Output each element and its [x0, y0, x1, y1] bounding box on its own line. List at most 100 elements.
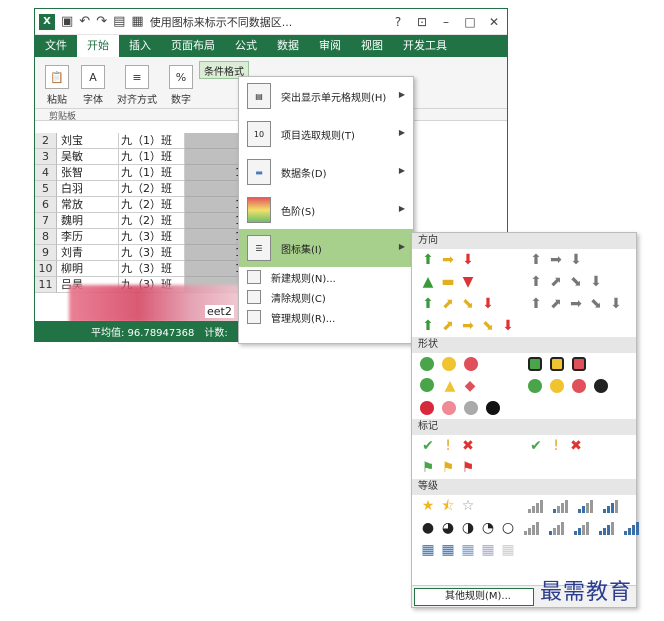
iconset-3-arrows-gray[interactable]: ⬆ ➡ ⬇ — [528, 252, 636, 268]
cell[interactable] — [185, 149, 245, 165]
cell[interactable]: 九（2）班 — [119, 197, 185, 213]
cell[interactable] — [185, 181, 245, 197]
cell[interactable]: 柳明 — [57, 261, 119, 277]
iconset-5-boxes[interactable]: ▦ ▦ ▦ ▦ ▦ — [420, 542, 532, 558]
row-header[interactable]: 2 — [35, 133, 57, 149]
cell[interactable]: 刘宝 — [57, 133, 119, 149]
iconset-3-symbols-circled[interactable]: ✔! ✖ — [420, 438, 528, 454]
iconset-3-signs[interactable]: ▲ ◆ — [420, 378, 528, 394]
iconset-4-traffic-lights[interactable] — [528, 379, 636, 393]
iconset-4-arrows-gray[interactable]: ⬆ ⬈ ⬊ ⬇ — [528, 274, 636, 290]
menu-item-data-bars[interactable]: ▬ 数据条(D) ▶ — [239, 153, 413, 191]
status-count: 计数: — [204, 327, 228, 339]
iconset-3-flags[interactable]: ⚑ ⚑ ⚑ — [420, 460, 532, 476]
more-rules-button[interactable]: 其他规则(M)... — [414, 588, 534, 606]
undo-icon[interactable]: ↶ — [79, 14, 90, 29]
iconset-3-stars[interactable]: ★ ⯪ ☆ — [420, 498, 528, 514]
menu-item-clear-rules[interactable]: 清除规则(C) — [239, 287, 413, 307]
cell[interactable]: 1 — [185, 245, 245, 261]
iconset-5-arrows-colored[interactable]: ⬆ ⬈ ➡ ⬊ ⬇ — [420, 318, 532, 334]
cell[interactable]: 常放 — [57, 197, 119, 213]
row-header[interactable]: 8 — [35, 229, 57, 245]
cell[interactable]: 张智 — [57, 165, 119, 181]
signal-bars-icon — [574, 521, 589, 535]
close-button[interactable]: ✕ — [485, 15, 503, 29]
number-button[interactable]: % 数字 — [163, 59, 199, 106]
iconset-5-quarters[interactable]: ● ◕ ◑ ◔ ○ — [420, 520, 524, 536]
signal-bars-icon — [599, 521, 614, 535]
iconset-4-ratings[interactable] — [528, 499, 636, 513]
menu-item-icon-sets[interactable]: ☰ 图标集(I) ▶ — [239, 229, 413, 267]
row-header[interactable]: 3 — [35, 149, 57, 165]
align-button[interactable]: ≡ 对齐方式 — [111, 59, 163, 106]
signal-bars-icon — [528, 499, 543, 513]
red-diamond-icon: ◆ — [464, 378, 476, 394]
row-header[interactable]: 10 — [35, 261, 57, 277]
cell[interactable]: 1 — [185, 261, 245, 277]
save-icon[interactable]: ▣ — [61, 14, 73, 29]
row-header[interactable]: 7 — [35, 213, 57, 229]
iconset-3-traffic-lights[interactable] — [420, 357, 528, 371]
tab-data[interactable]: 数据 — [267, 35, 309, 57]
iconset-3-arrows-colored[interactable]: ⬆ ➡ ⬇ — [420, 252, 528, 268]
sheet-tab[interactable]: eet2 — [205, 305, 234, 318]
help-button[interactable]: ? — [389, 15, 407, 29]
cell[interactable]: 魏明 — [57, 213, 119, 229]
iconset-5-arrows-gray[interactable]: ⬆ ⬈ ➡ ⬊ ⬇ — [528, 296, 636, 312]
open-icon[interactable]: ▤ — [113, 14, 125, 29]
row-header[interactable]: 5 — [35, 181, 57, 197]
save-as-icon[interactable]: ▦ — [131, 14, 143, 29]
row-header[interactable]: 11 — [35, 277, 57, 293]
menu-item-color-scales[interactable]: 色阶(S) ▶ — [239, 191, 413, 229]
iconset-row: ▦ ▦ ▦ ▦ ▦ — [412, 539, 636, 561]
cell[interactable]: 九（2）班 — [119, 181, 185, 197]
cell[interactable]: 1 — [185, 229, 245, 245]
cell[interactable]: 1 — [185, 197, 245, 213]
cell[interactable]: 九（1）班 — [119, 165, 185, 181]
iconset-3-triangles[interactable]: ▲ ▬ ▼ — [420, 274, 528, 290]
cell[interactable]: 九（1）班 — [119, 133, 185, 149]
iconset-red-to-black[interactable] — [420, 401, 532, 415]
cell[interactable]: 李历 — [57, 229, 119, 245]
tab-view[interactable]: 视图 — [351, 35, 393, 57]
paste-button[interactable]: 📋 粘贴 — [39, 59, 75, 106]
iconset-3-traffic-lights-rimmed[interactable] — [528, 357, 636, 371]
iconset-4-arrows-colored[interactable]: ⬆ ⬈ ⬊ ⬇ — [420, 296, 528, 312]
tab-insert[interactable]: 插入 — [119, 35, 161, 57]
iconset-5-ratings[interactable] — [524, 521, 639, 535]
cell[interactable]: 九（3）班 — [119, 261, 185, 277]
font-button[interactable]: A 字体 — [75, 59, 111, 106]
cell[interactable]: 九（1）班 — [119, 149, 185, 165]
menu-item-top-bottom-rules[interactable]: 10 项目选取规则(T) ▶ — [239, 115, 413, 153]
tab-review[interactable]: 审阅 — [309, 35, 351, 57]
cell[interactable]: 1 — [185, 213, 245, 229]
tab-page-layout[interactable]: 页面布局 — [161, 35, 225, 57]
cell[interactable]: 刘青 — [57, 245, 119, 261]
minimize-button[interactable]: – — [437, 15, 455, 29]
tab-developer[interactable]: 开发工具 — [393, 35, 457, 57]
box-three-icon: ▦ — [441, 542, 455, 558]
cell[interactable]: 九（2）班 — [119, 213, 185, 229]
cell[interactable]: 1 — [185, 165, 245, 181]
ribbon-display-button[interactable]: ⊡ — [413, 15, 431, 29]
triangle-down-icon: ▼ — [462, 274, 474, 290]
tab-file[interactable]: 文件 — [35, 35, 77, 57]
iconset-3-symbols[interactable]: ✔! ✖ — [528, 438, 636, 454]
tab-home[interactable]: 开始 — [77, 35, 119, 57]
cell[interactable]: 九（3）班 — [119, 229, 185, 245]
maximize-button[interactable]: □ — [461, 15, 479, 29]
redo-icon[interactable]: ↷ — [96, 14, 107, 29]
row-header[interactable]: 4 — [35, 165, 57, 181]
signal-bars-icon — [624, 521, 639, 535]
cell[interactable]: 九（3）班 — [119, 245, 185, 261]
row-header[interactable]: 9 — [35, 245, 57, 261]
menu-item-manage-rules[interactable]: 管理规则(R)... — [239, 307, 413, 327]
menu-item-highlight-rules[interactable]: ▤ 突出显示单元格规则(H) ▶ — [239, 77, 413, 115]
menu-item-new-rule[interactable]: 新建规则(N)... — [239, 267, 413, 287]
star-full-icon: ★ — [421, 498, 435, 514]
row-header[interactable]: 6 — [35, 197, 57, 213]
cell[interactable]: 吴敏 — [57, 149, 119, 165]
cell[interactable] — [185, 133, 245, 149]
tab-formulas[interactable]: 公式 — [225, 35, 267, 57]
cell[interactable]: 白羽 — [57, 181, 119, 197]
